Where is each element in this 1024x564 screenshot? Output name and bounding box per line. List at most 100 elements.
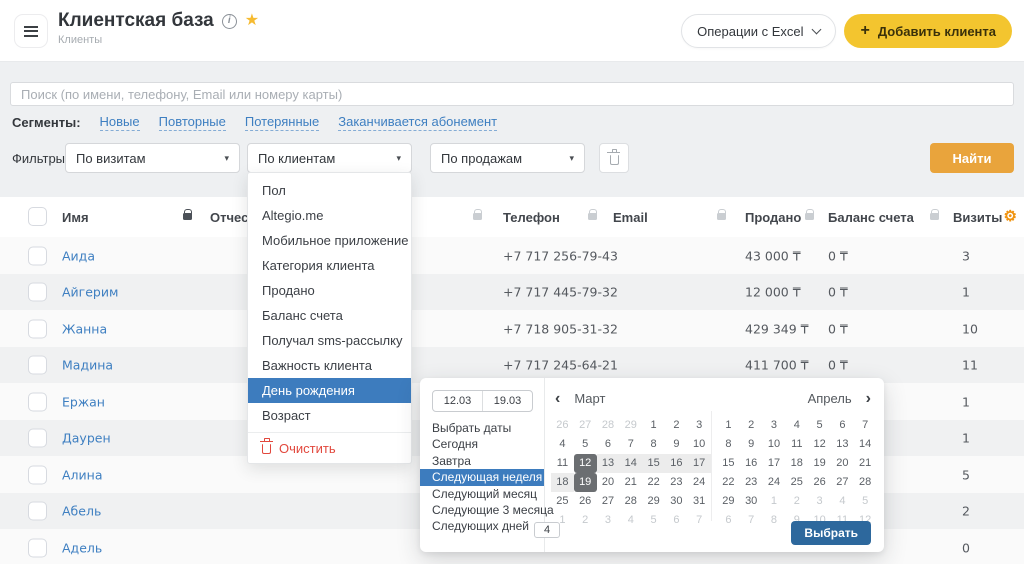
calendar-day[interactable]: 1 (763, 492, 786, 511)
calendar-day[interactable]: 10 (688, 435, 711, 454)
calendar-day[interactable]: 7 (619, 435, 642, 454)
row-checkbox[interactable] (28, 429, 47, 448)
excel-operations-button[interactable]: Операции с Excel (681, 14, 836, 48)
calendar-day[interactable]: 12 (808, 435, 831, 454)
filter-menu-item[interactable]: Получал sms-рассылку (248, 328, 411, 353)
calendar-day[interactable]: 20 (597, 473, 620, 492)
client-name-link[interactable]: Мадина (62, 358, 113, 373)
calendar-day[interactable]: 4 (785, 416, 808, 435)
calendar-day[interactable]: 29 (619, 416, 642, 435)
column-header-phone[interactable]: Телефон (503, 210, 560, 225)
datepicker-preset[interactable]: Следующий месяц (432, 486, 544, 502)
row-checkbox[interactable] (28, 392, 47, 411)
calendar-day[interactable]: 28 (619, 492, 642, 511)
calendar-day[interactable]: 3 (688, 416, 711, 435)
column-header-name[interactable]: Имя (62, 210, 89, 225)
calendar-day[interactable]: 27 (597, 492, 620, 511)
calendar-day[interactable]: 6 (597, 435, 620, 454)
menu-clear-button[interactable]: Очистить (248, 432, 411, 463)
calendar-day[interactable]: 5 (574, 435, 597, 454)
calendar-day[interactable]: 9 (740, 435, 763, 454)
clear-filters-button[interactable] (599, 143, 629, 173)
segment-link[interactable]: Заканчивается абонемент (338, 114, 497, 131)
search-input[interactable] (10, 82, 1014, 106)
calendar-day[interactable]: 13 (597, 454, 620, 473)
info-icon[interactable]: i (222, 14, 237, 29)
calendar-day[interactable]: 5 (808, 416, 831, 435)
calendar-day[interactable]: 3 (597, 511, 620, 530)
calendar-day[interactable]: 31 (688, 492, 711, 511)
calendar-day[interactable]: 7 (688, 511, 711, 530)
calendar-day[interactable]: 4 (551, 435, 574, 454)
datepicker-preset[interactable]: Следующие 3 месяца (432, 502, 544, 518)
column-settings-gear-icon[interactable]: ⚙ (1004, 209, 1017, 224)
row-checkbox[interactable] (28, 246, 47, 265)
calendar-day[interactable]: 6 (717, 511, 740, 530)
apply-dates-button[interactable]: Выбрать (791, 521, 871, 545)
select-all-checkbox[interactable] (28, 207, 47, 226)
calendar-day[interactable]: 25 (551, 492, 574, 511)
calendar-day[interactable]: 30 (740, 492, 763, 511)
calendar-day[interactable]: 19 (808, 454, 831, 473)
calendar-day[interactable]: 14 (854, 435, 877, 454)
calendar-day[interactable]: 18 (551, 473, 574, 492)
calendar-day[interactable]: 11 (785, 435, 808, 454)
filter-select-visits[interactable]: По визитам ▾ (65, 143, 240, 173)
favorite-star-icon[interactable]: ★ (245, 13, 259, 29)
column-header-balance[interactable]: Баланс счета (828, 210, 914, 225)
date-to-value[interactable]: 19.03 (482, 391, 532, 411)
calendar-day[interactable]: 7 (854, 416, 877, 435)
calendar-day[interactable]: 5 (854, 492, 877, 511)
client-name-link[interactable]: Даурен (62, 431, 111, 446)
row-checkbox[interactable] (28, 465, 47, 484)
client-name-link[interactable]: Ержан (62, 394, 105, 409)
calendar-day[interactable]: 29 (642, 492, 665, 511)
column-header-email[interactable]: Email (613, 210, 648, 225)
calendar-day[interactable]: 24 (763, 473, 786, 492)
calendar-day[interactable]: 21 (619, 473, 642, 492)
calendar-day[interactable]: 4 (619, 511, 642, 530)
calendar-day[interactable]: 15 (642, 454, 665, 473)
filter-menu-item[interactable]: Altegio.me (248, 203, 411, 228)
calendar-day[interactable]: 21 (854, 454, 877, 473)
segment-link[interactable]: Повторные (159, 114, 226, 131)
row-checkbox[interactable] (28, 319, 47, 338)
calendar-day[interactable]: 2 (740, 416, 763, 435)
menu-toggle-button[interactable] (14, 14, 48, 48)
calendar-day[interactable]: 5 (642, 511, 665, 530)
calendar-day[interactable]: 2 (665, 416, 688, 435)
calendar-day[interactable]: 27 (574, 416, 597, 435)
calendar-day[interactable]: 2 (574, 511, 597, 530)
calendar-day[interactable]: 6 (665, 511, 688, 530)
calendar-day[interactable]: 22 (642, 473, 665, 492)
calendar-day[interactable]: 28 (854, 473, 877, 492)
find-button[interactable]: Найти (930, 143, 1014, 173)
calendar-day[interactable]: 7 (740, 511, 763, 530)
calendar-day[interactable]: 8 (717, 435, 740, 454)
calendar-day[interactable]: 30 (665, 492, 688, 511)
calendar-day[interactable]: 19 (574, 473, 597, 492)
client-name-link[interactable]: Жанна (62, 321, 107, 336)
calendar-day[interactable]: 14 (619, 454, 642, 473)
filter-menu-item[interactable]: Баланс счета (248, 303, 411, 328)
datepicker-preset[interactable]: Выбрать даты (432, 420, 544, 436)
calendar-day[interactable]: 26 (574, 492, 597, 511)
calendar-day[interactable]: 16 (740, 454, 763, 473)
client-name-link[interactable]: Адель (62, 540, 102, 555)
calendar-day[interactable]: 26 (808, 473, 831, 492)
calendar-day[interactable]: 28 (597, 416, 620, 435)
filter-menu-item[interactable]: Продано (248, 278, 411, 303)
calendar-day[interactable]: 17 (763, 454, 786, 473)
client-name-link[interactable]: Алина (62, 467, 103, 482)
filter-menu-item[interactable]: Категория клиента (248, 253, 411, 278)
datepicker-preset[interactable]: Следующая неделя (420, 469, 544, 485)
calendar-day[interactable]: 9 (665, 435, 688, 454)
calendar-day[interactable]: 23 (740, 473, 763, 492)
column-header-sold[interactable]: Продано (745, 210, 801, 225)
calendar-day[interactable]: 11 (551, 454, 574, 473)
calendar-day[interactable]: 4 (831, 492, 854, 511)
filter-select-sales[interactable]: По продажам ▾ (430, 143, 585, 173)
calendar-day[interactable]: 17 (688, 454, 711, 473)
client-name-link[interactable]: Айгерим (62, 285, 118, 300)
next-month-icon[interactable]: › (866, 392, 871, 405)
